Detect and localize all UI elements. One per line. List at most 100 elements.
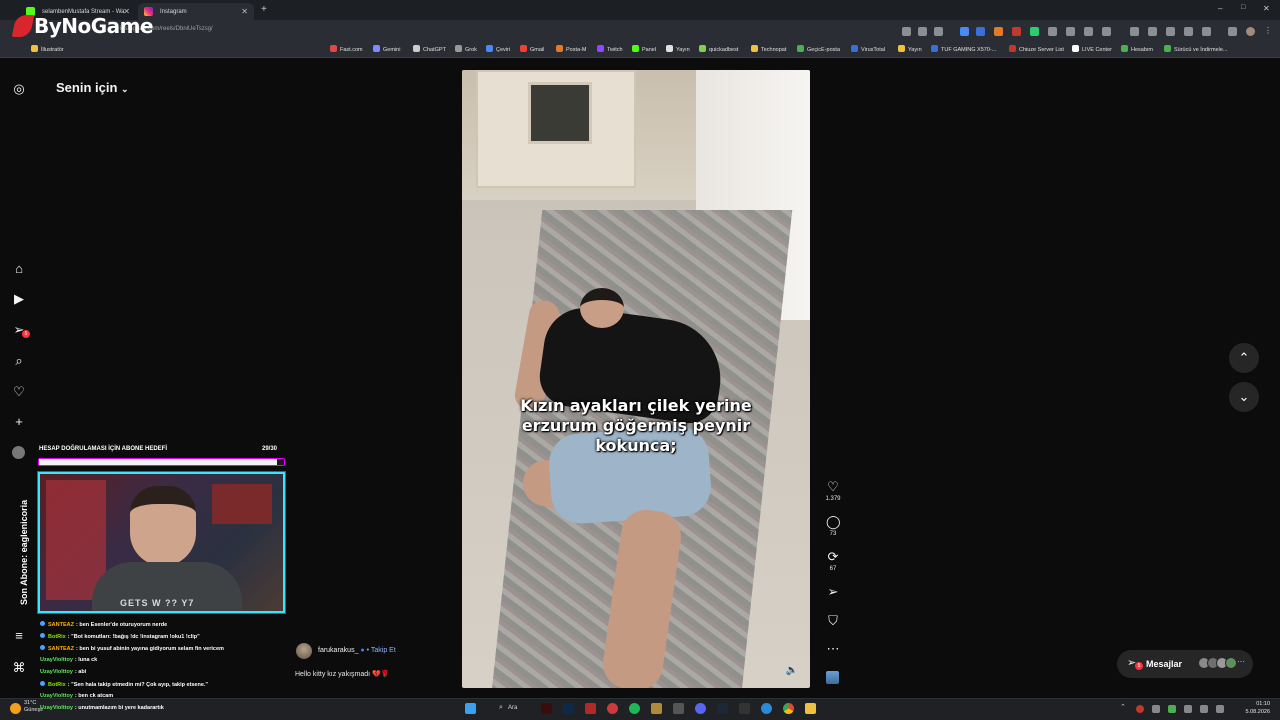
bookmark[interactable]: GeçicE-posta <box>797 45 840 53</box>
webcam-overlay: GETS W ?? Y7 <box>38 472 285 613</box>
bookmark[interactable]: Sürücü ve İndirmele... <box>1164 45 1228 53</box>
feed-selector[interactable]: Senin için ⌄ <box>56 80 129 95</box>
extension-icon[interactable] <box>1148 27 1157 36</box>
folder-icon[interactable] <box>805 703 816 714</box>
zoom-icon[interactable] <box>902 27 911 36</box>
share-icon[interactable]: ➢ <box>826 585 840 599</box>
bookmark[interactable]: Hesabım <box>1121 45 1153 53</box>
discord-icon[interactable] <box>695 703 706 714</box>
bookmark[interactable]: LIVE Center <box>1072 45 1112 53</box>
search-icon[interactable]: ⌕ <box>12 354 26 368</box>
bookmark[interactable]: TUF GAMING X570-... <box>931 45 996 53</box>
extension-icon[interactable] <box>1130 27 1139 36</box>
trash-icon[interactable] <box>1202 27 1211 36</box>
minimize-button[interactable]: – <box>1218 4 1222 13</box>
tray-icon[interactable] <box>1152 705 1160 713</box>
more-options-icon[interactable]: ⋯ <box>826 642 840 656</box>
reel-video[interactable]: Kızın ayakları çilek yerine erzurum göğe… <box>462 70 810 688</box>
file-explorer-icon[interactable] <box>651 703 662 714</box>
bookmark[interactable]: Panel <box>632 45 656 53</box>
extension-icon[interactable] <box>960 27 969 36</box>
home-icon[interactable]: ⌂ <box>12 262 26 276</box>
bookmark-icon[interactable]: ⛉ <box>826 614 840 628</box>
illustrator-icon[interactable] <box>541 703 552 714</box>
chat-username: SANTEAZ <box>48 622 74 628</box>
bookmark[interactable]: Çeviri <box>486 45 510 53</box>
reels-icon[interactable]: ▶ <box>12 292 26 306</box>
create-icon[interactable]: + <box>12 415 26 429</box>
windows-start-icon[interactable] <box>465 703 476 714</box>
more-apps-icon[interactable]: ⌘ <box>12 661 26 675</box>
photoshop-icon[interactable] <box>563 703 574 714</box>
taskbar-clock[interactable]: 01:10 5.08.2026 <box>1230 700 1270 716</box>
chat-text: : ben ck atcam <box>74 693 114 699</box>
profile-avatar[interactable] <box>12 446 25 459</box>
cast-icon[interactable] <box>918 27 927 36</box>
history-icon[interactable] <box>1166 27 1175 36</box>
next-reel-button[interactable]: ⌄ <box>1229 382 1259 412</box>
app-icon[interactable] <box>607 703 618 714</box>
bookmark[interactable]: Yayın <box>666 45 690 53</box>
tray-chevron-icon[interactable]: ⌃ <box>1120 703 1126 711</box>
bookmark[interactable]: Chiuze Server List <box>1009 45 1064 53</box>
like-icon[interactable]: ♡ <box>826 480 840 494</box>
more-menu-icon[interactable]: ⋮ <box>1264 26 1272 35</box>
battery-icon[interactable] <box>1216 705 1224 713</box>
goal-title: HESAP DOĞRULAMASI İÇİN ABONE HEDEFİ <box>39 446 168 452</box>
audio-thumbnail[interactable] <box>826 671 839 684</box>
new-tab-button[interactable]: + <box>261 4 267 15</box>
repost-icon[interactable]: ⟳ <box>826 550 840 564</box>
bookmark[interactable]: Gmail <box>520 45 544 53</box>
bookmark[interactable]: Yayın <box>898 45 922 53</box>
instagram-logo-icon[interactable]: ◎ <box>12 82 26 96</box>
bookmark[interactable]: VirusTotal <box>851 45 885 53</box>
maximize-button[interactable]: □ <box>1241 4 1245 11</box>
bookmark[interactable]: Gemini <box>373 45 400 53</box>
edge-icon[interactable] <box>761 703 772 714</box>
volume-icon[interactable] <box>1184 705 1192 713</box>
extension-icon[interactable] <box>1084 27 1093 36</box>
extension-icon[interactable] <box>1012 27 1021 36</box>
tray-icon[interactable] <box>1168 705 1176 713</box>
app-icon[interactable] <box>585 703 596 714</box>
bookmark[interactable]: Twitch <box>597 45 623 53</box>
extension-icon[interactable] <box>1048 27 1057 36</box>
taskbar-search[interactable]: Ara <box>508 705 517 711</box>
extension-icon[interactable] <box>976 27 985 36</box>
bookmark[interactable]: İllustratör <box>31 45 64 53</box>
menu-icon[interactable]: ≡ <box>12 629 26 643</box>
extension-icon[interactable] <box>1030 27 1039 36</box>
bookmark[interactable]: Technopat <box>751 45 786 53</box>
sidebar-icon[interactable] <box>1228 27 1237 36</box>
profile-avatar[interactable] <box>1246 27 1255 36</box>
star-icon[interactable] <box>934 27 943 36</box>
network-icon[interactable] <box>1200 705 1208 713</box>
heart-icon[interactable]: ♡ <box>12 385 26 399</box>
chrome-icon[interactable] <box>783 703 794 714</box>
author-avatar[interactable] <box>296 643 312 659</box>
mute-icon[interactable]: 🔈 <box>786 665 798 676</box>
author-username[interactable]: farukarakus_ <box>318 647 358 654</box>
bookmark[interactable]: Fast.com <box>330 45 363 53</box>
close-window-button[interactable]: ✕ <box>1263 4 1270 13</box>
bookmark[interactable]: ChatGPT <box>413 45 446 53</box>
search-icon: ⌕ <box>499 704 503 711</box>
app-icon[interactable] <box>673 703 684 714</box>
extensions-menu-icon[interactable] <box>1102 27 1111 36</box>
tab-instagram[interactable]: Instagram ✕ <box>138 3 254 20</box>
bookmark[interactable]: Grok <box>455 45 477 53</box>
extension-icon[interactable] <box>1066 27 1075 36</box>
bookmark[interactable]: Posta-M <box>556 45 586 53</box>
extension-icon[interactable] <box>994 27 1003 36</box>
messages-badge: 5 <box>1135 662 1143 670</box>
bookmark[interactable]: quickadbest <box>699 45 738 53</box>
app-icon[interactable] <box>739 703 750 714</box>
download-icon[interactable] <box>1184 27 1193 36</box>
steam-icon[interactable] <box>717 703 728 714</box>
follow-button[interactable]: • Takip Et <box>367 647 396 654</box>
close-icon[interactable]: ✕ <box>241 7 248 16</box>
tray-icon[interactable] <box>1136 705 1144 713</box>
comment-icon[interactable]: ◯ <box>826 515 841 529</box>
spotify-icon[interactable] <box>629 703 640 714</box>
previous-reel-button[interactable]: ⌃ <box>1229 343 1259 373</box>
